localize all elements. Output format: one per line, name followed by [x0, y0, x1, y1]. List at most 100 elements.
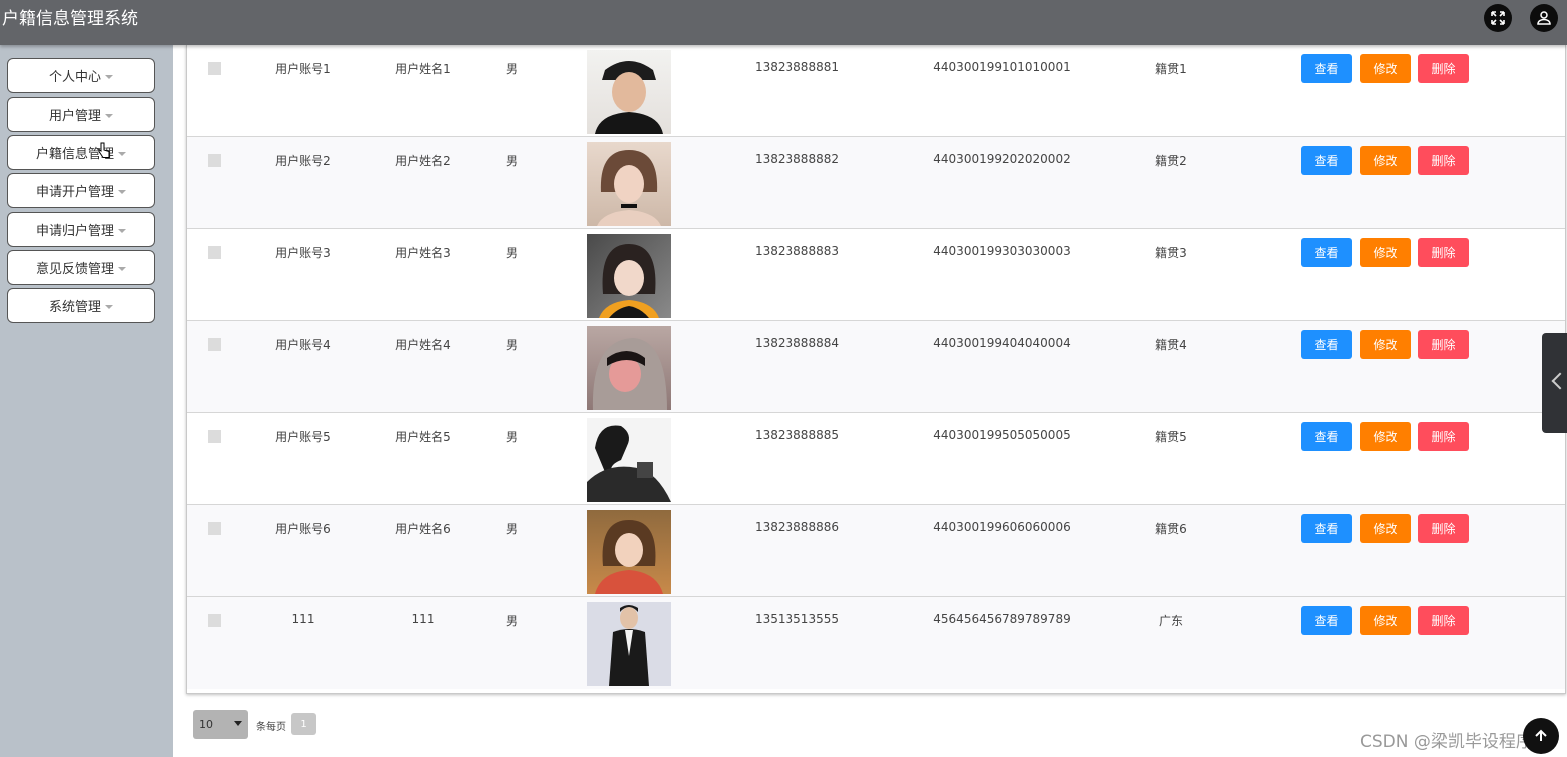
sidebar-item-household-info[interactable]: 户籍信息管理	[7, 135, 155, 170]
row-checkbox[interactable]	[208, 154, 221, 167]
fullscreen-icon[interactable]	[1484, 4, 1512, 32]
caret-down-icon	[105, 74, 113, 79]
delete-button[interactable]: 删除	[1418, 330, 1469, 359]
app-title: 户籍信息管理系统	[2, 9, 138, 29]
view-button[interactable]: 查看	[1301, 54, 1352, 83]
top-header: 户籍信息管理系统	[0, 0, 1567, 45]
cell-account: 用户账号1	[275, 62, 331, 76]
cell-origin: 籍贯3	[1155, 246, 1187, 260]
cell-gender: 男	[505, 430, 518, 444]
view-button[interactable]: 查看	[1301, 238, 1352, 267]
view-button[interactable]: 查看	[1301, 422, 1352, 451]
sidebar-item-system[interactable]: 系统管理	[7, 288, 155, 323]
caret-down-icon	[105, 304, 113, 309]
view-button[interactable]: 查看	[1301, 330, 1352, 359]
cell-phone: 13513513555	[755, 612, 839, 626]
view-button[interactable]: 查看	[1301, 606, 1352, 635]
cell-name: 用户姓名5	[395, 430, 451, 444]
row-checkbox[interactable]	[208, 246, 221, 259]
user-photo	[587, 234, 671, 318]
table-row: 用户账号6 用户姓名6 男 13823888886 44030019960606…	[187, 505, 1565, 597]
hand-cursor-icon	[98, 142, 110, 158]
cell-name: 111	[411, 612, 435, 626]
sidebar-item-return-application[interactable]: 申请归户管理	[7, 212, 155, 247]
cell-id-number: 440300199202020002	[933, 152, 1071, 166]
cell-gender: 男	[505, 246, 518, 260]
delete-button[interactable]: 删除	[1418, 514, 1469, 543]
edit-button[interactable]: 修改	[1360, 238, 1411, 267]
caret-down-icon	[118, 228, 126, 233]
side-collapse-tab[interactable]	[1542, 333, 1567, 433]
sidebar-item-user-management[interactable]: 用户管理	[7, 97, 155, 132]
caret-down-icon	[105, 113, 113, 118]
view-button[interactable]: 查看	[1301, 146, 1352, 175]
cell-name: 用户姓名3	[395, 246, 451, 260]
edit-button[interactable]: 修改	[1360, 606, 1411, 635]
cell-origin: 籍贯1	[1155, 62, 1187, 76]
edit-button[interactable]: 修改	[1360, 54, 1411, 83]
row-checkbox[interactable]	[208, 614, 221, 627]
cell-phone: 13823888881	[755, 60, 839, 74]
cell-account: 用户账号3	[275, 246, 331, 260]
cell-phone: 13823888883	[755, 244, 839, 258]
cell-id-number: 440300199101010001	[933, 60, 1071, 74]
user-photo	[587, 326, 671, 410]
cell-phone: 13823888885	[755, 428, 839, 442]
table-row: 用户账号2 用户姓名2 男 13823888882 44030019920202…	[187, 137, 1565, 229]
delete-button[interactable]: 删除	[1418, 238, 1469, 267]
cell-phone: 13823888884	[755, 336, 839, 350]
cell-name: 用户姓名4	[395, 338, 451, 352]
cell-id-number: 440300199505050005	[933, 428, 1071, 442]
cell-origin: 籍贯4	[1155, 338, 1187, 352]
delete-button[interactable]: 删除	[1418, 606, 1469, 635]
cell-account: 用户账号2	[275, 154, 331, 168]
cell-name: 用户姓名1	[395, 62, 451, 76]
cell-account: 用户账号4	[275, 338, 331, 352]
table-row: 用户账号1 用户姓名1 男 13823888881 44030019910101…	[187, 45, 1565, 137]
edit-button[interactable]: 修改	[1360, 330, 1411, 359]
sidebar-item-feedback[interactable]: 意见反馈管理	[7, 250, 155, 285]
cell-gender: 男	[505, 338, 518, 352]
row-checkbox[interactable]	[208, 430, 221, 443]
cell-phone: 13823888882	[755, 152, 839, 166]
row-checkbox[interactable]	[208, 62, 221, 75]
cell-id-number: 456456456789789789	[933, 612, 1071, 626]
table-row: 用户账号5 用户姓名5 男 13823888885 44030019950505…	[187, 413, 1565, 505]
cell-account: 用户账号6	[275, 522, 331, 536]
sidebar-item-personal-center[interactable]: 个人中心	[7, 58, 155, 93]
table-row: 用户账号3 用户姓名3 男 13823888883 44030019930303…	[187, 229, 1565, 321]
user-photo	[587, 50, 671, 134]
cell-gender: 男	[505, 62, 518, 76]
per-page-label: 条每页	[256, 722, 286, 733]
view-button[interactable]: 查看	[1301, 514, 1352, 543]
watermark: CSDN @梁凯毕设程序	[1360, 732, 1533, 752]
user-icon[interactable]	[1530, 4, 1558, 32]
cell-origin: 籍贯2	[1155, 154, 1187, 168]
user-photo	[587, 510, 671, 594]
sidebar-item-account-application[interactable]: 申请开户管理	[7, 173, 155, 208]
user-photo	[587, 142, 671, 226]
chevron-down-icon	[234, 721, 242, 726]
cell-name: 用户姓名6	[395, 522, 451, 536]
edit-button[interactable]: 修改	[1360, 422, 1411, 451]
cell-account: 111	[291, 612, 315, 626]
row-checkbox[interactable]	[208, 522, 221, 535]
page-number-button[interactable]: 1	[291, 713, 316, 735]
caret-down-icon	[118, 266, 126, 271]
user-photo	[587, 418, 671, 502]
data-table: 用户账号1 用户姓名1 男 13823888881 44030019910101…	[186, 45, 1566, 694]
delete-button[interactable]: 删除	[1418, 54, 1469, 83]
edit-button[interactable]: 修改	[1360, 146, 1411, 175]
edit-button[interactable]: 修改	[1360, 514, 1411, 543]
cell-gender: 男	[505, 154, 518, 168]
cell-origin: 广东	[1158, 614, 1183, 628]
back-to-top-button[interactable]	[1523, 718, 1559, 754]
row-checkbox[interactable]	[208, 338, 221, 351]
page-size-select[interactable]: 10	[193, 710, 248, 739]
delete-button[interactable]: 删除	[1418, 422, 1469, 451]
cell-phone: 13823888886	[755, 520, 839, 534]
delete-button[interactable]: 删除	[1418, 146, 1469, 175]
table-row: 111 111 男 13513513555 456456456789789789…	[187, 597, 1565, 689]
cell-origin: 籍贯5	[1155, 430, 1187, 444]
cell-id-number: 440300199606060006	[933, 520, 1071, 534]
